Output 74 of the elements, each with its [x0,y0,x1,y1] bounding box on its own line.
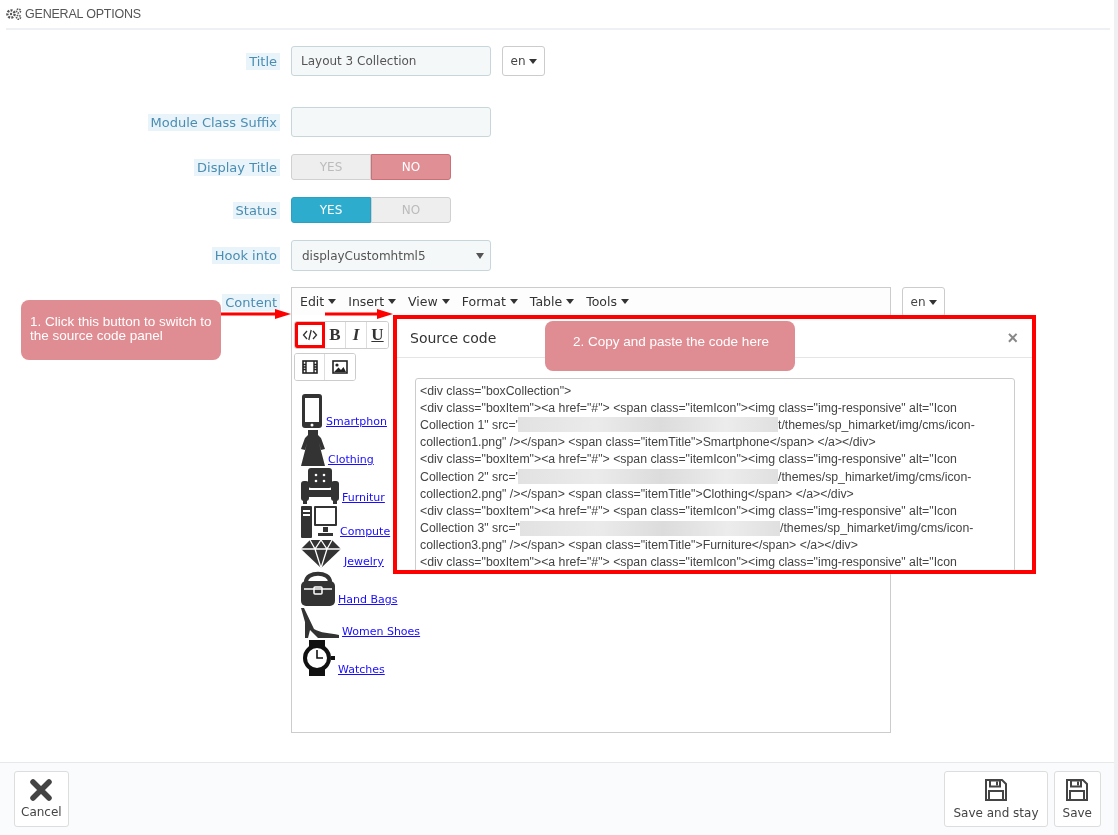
caret-icon [328,299,337,304]
close-button[interactable]: × [1007,329,1018,347]
caret-icon [566,299,575,304]
caret-icon [441,299,450,304]
code-text: <div class="boxItem"><a href="#"> <span class="itemIcon"><img class="img-responsive" alt="Icon [420,555,957,570]
caret-icon [528,58,537,64]
code-text: /themes/sp_himarket/img/cms/icon- [777,469,972,484]
menu-item[interactable]: Insert [343,294,404,309]
code-text: Collection 2" src=' [420,469,518,484]
menu-item[interactable]: Tools [581,294,636,309]
close-icon [30,779,53,801]
diamond-icon [300,539,342,569]
save-button[interactable]: Save and stay [944,771,1048,827]
code-text: <div class="boxItem"><a href="#"> <span class="itemIcon"><img class="img-responsive" alt="Icon [420,452,957,467]
film-icon [301,360,318,374]
caret-icon [476,253,484,259]
code-text: Collection 1" src=' [420,417,518,432]
text-field[interactable] [291,107,491,137]
code-text: collection3.png" /></span> <span class="itemTitle">Furniture</span> </a></div> [420,538,858,553]
watch-icon [300,639,336,677]
phone-icon [300,393,324,429]
dialog-title: Source code [410,330,497,346]
code-text: <div class="boxCollection"> [420,383,572,398]
computer-icon [300,505,338,539]
cancel-button[interactable]: Cancel [14,771,69,827]
field-label: Content [222,294,280,311]
high-heel-shoe-icon [300,607,340,639]
field-label: Title [246,52,280,70]
code-icon [301,328,318,342]
gears-icon [6,8,22,20]
menu-item[interactable]: Edit [295,294,344,309]
code-text: <div class="boxItem"><a href="#"> <span class="itemIcon"><img class="img-responsive" alt="Icon [420,400,957,415]
pointer-arrow [325,309,393,319]
field-label: Module Class Suffix [147,113,280,131]
callout: 1. Click this button to switch to the source code panel [21,300,221,360]
menu-item[interactable]: Table [524,294,582,309]
field-label: Hook into [211,247,280,264]
category-link[interactable]: Compute [338,525,391,538]
category-link[interactable]: Women Shoes [340,625,421,638]
code-text-area[interactable] [415,378,1015,570]
video-button[interactable] [295,354,325,380]
code-text: <div class="boxItem"><a href="#"> <span class="itemIcon"><img class="img-responsive" alt="Icon [420,503,957,518]
caret-icon [388,299,397,304]
category-link[interactable]: Furnitur [340,491,385,504]
code-text: collection2.png" /></span> <span class="itemTitle">Clothing</span> </a></div> [420,486,854,501]
caret-icon [509,299,518,304]
code-text: /themes/sp_himarket/img/cms/icon- [780,521,974,536]
handbag-icon [300,569,336,607]
language-dropdown[interactable]: en [902,287,945,317]
text-field[interactable]: Layout 3 Collection [291,46,491,76]
menu-item[interactable]: Format [456,294,525,309]
select-dropdown[interactable]: displayCustomhtml5 [291,240,491,271]
section-title: GENERAL OPTIONS [25,7,141,21]
source-code-button[interactable] [295,322,325,348]
language-dropdown[interactable]: en [502,46,545,76]
code-text: t/themes/sp_himarket/img/cms/icon- [777,417,975,432]
code-text: Collection 3" src=" [420,521,520,536]
category-link[interactable]: Smartphon [324,415,387,428]
image-icon [332,360,348,374]
category-link[interactable]: Hand Bags [336,593,398,606]
callout: 2. Copy and paste the code here [545,321,795,371]
dress-icon [300,429,326,467]
field-label: Status [232,201,280,219]
pointer-arrow [221,309,291,319]
menu-item[interactable]: View [403,294,457,309]
category-link[interactable]: Clothing [326,453,374,466]
save-button[interactable]: Save [1053,771,1101,827]
category-link[interactable]: Watches [336,663,385,676]
code-text: collection1.png" /></span> <span class="itemTitle">Smartphone</span> </a></div> [420,435,876,450]
armchair-icon [300,467,340,505]
caret-icon [928,299,937,305]
category-link[interactable]: Jewelry [342,555,384,568]
caret-icon [620,299,629,304]
field-label: Display Title [194,158,280,176]
